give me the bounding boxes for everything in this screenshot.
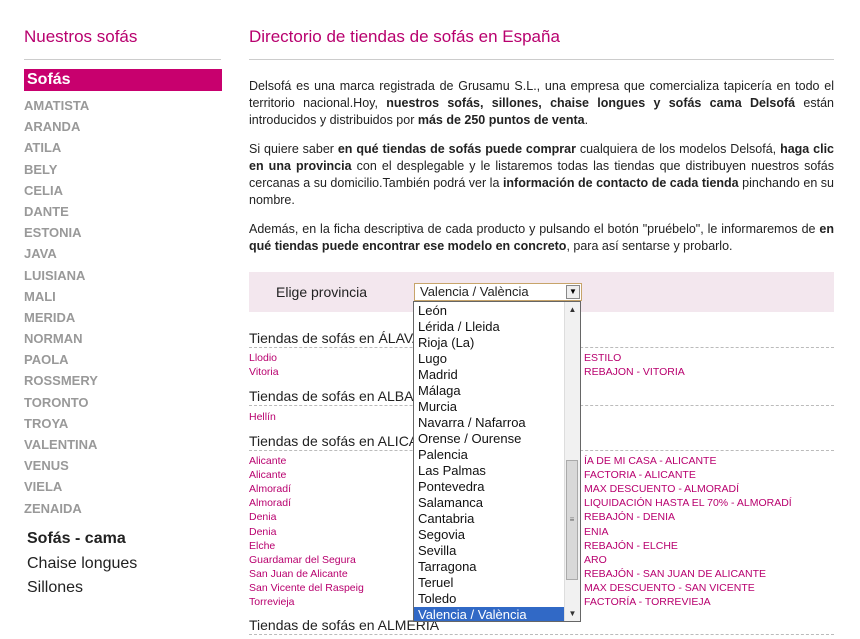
city-link[interactable]: Hellín [249, 411, 276, 423]
city-link[interactable]: Elche [249, 540, 275, 552]
province-dropdown-list[interactable]: León Lérida / Lleida Rioja (La) Lugo Madrid M… [413, 301, 581, 622]
sidebar-item-troya[interactable]: TROYA [24, 413, 98, 434]
sidebar-item-aranda[interactable]: ARANDA [24, 116, 98, 137]
city-link[interactable]: Torrevieja [249, 596, 295, 608]
province-option[interactable]: Lugo [414, 351, 566, 367]
city-link[interactable]: Almoradí [249, 497, 291, 509]
city-link[interactable]: Alicante [249, 455, 286, 467]
sidebar-item-mali[interactable]: MALI [24, 286, 98, 307]
shop-link[interactable]: MAX DESCUENTO - SAN VICENTE [584, 582, 755, 594]
city-link[interactable]: Almoradí [249, 483, 291, 495]
shop-link[interactable]: LIQUIDACIÓN HASTA EL 70% - ALMORADÍ [584, 497, 792, 509]
shop-link[interactable]: ENIA [584, 526, 609, 538]
city-link[interactable]: Denia [249, 511, 276, 523]
city-link[interactable]: San Juan de Alicante [249, 568, 348, 580]
shop-link[interactable]: REBAJÓN - SAN JUAN DE ALICANTE [584, 568, 766, 580]
province-option[interactable]: Madrid [414, 367, 566, 383]
sidebar-item-amatista[interactable]: AMATISTA [24, 95, 98, 116]
sidebar-item-sofas[interactable]: Sofás [24, 69, 222, 91]
city-link[interactable]: Guardamar del Segura [249, 554, 356, 566]
province-option[interactable]: Lérida / Lleida [414, 319, 566, 335]
sidebar-item-luisiana[interactable]: LUISIANA [24, 265, 98, 286]
province-option[interactable]: Tarragona [414, 559, 566, 575]
shop-link[interactable]: FACTORÍA - TORREVIEJA [584, 596, 711, 608]
sidebar-item-viela[interactable]: VIELA [24, 476, 98, 497]
province-option[interactable]: Murcia [414, 399, 566, 415]
province-option[interactable]: Valencia / València [414, 607, 566, 621]
shop-link[interactable]: REBAJÓN - DENIA [584, 511, 675, 523]
sidebar-item-java[interactable]: JAVA [24, 243, 98, 264]
province-option[interactable]: Málaga [414, 383, 566, 399]
sidebar-divider [24, 59, 221, 60]
province-options: León Lérida / Lleida Rioja (La) Lugo Madrid M… [414, 303, 566, 621]
category-sillones[interactable]: Sillones [27, 576, 137, 601]
scroll-down-icon[interactable]: ▼ [565, 606, 580, 621]
sidebar-item-venus[interactable]: VENUS [24, 455, 98, 476]
city-link[interactable]: Denia [249, 526, 276, 538]
dropdown-scrollbar[interactable]: ▲ ≡ ▼ [564, 302, 580, 621]
province-option[interactable]: Teruel [414, 575, 566, 591]
sidebar-item-celia[interactable]: CELIA [24, 180, 98, 201]
province-option[interactable]: León [414, 303, 566, 319]
sidebar-item-bely[interactable]: BELY [24, 159, 98, 180]
page-title: Directorio de tiendas de sofás en España [249, 27, 560, 46]
province-option[interactable]: Navarra / Nafarroa [414, 415, 566, 431]
section-title-almeria: Tiendas de sofás en ALMERÍA [249, 617, 440, 633]
province-label: Elige provincia [276, 284, 368, 300]
shop-link[interactable]: REBAJÓN - ELCHE [584, 540, 678, 552]
shop-link[interactable]: REBAJON - VITORIA [584, 366, 685, 378]
province-option[interactable]: Sevilla [414, 543, 566, 559]
chevron-down-icon[interactable]: ▼ [566, 285, 580, 299]
sidebar-item-valentina[interactable]: VALENTINA [24, 434, 98, 455]
sidebar-title: Nuestros sofás [24, 27, 138, 46]
province-option[interactable]: Cantabria [414, 511, 566, 527]
sidebar-item-merida[interactable]: MERIDA [24, 307, 98, 328]
province-selected-value: Valencia / València [420, 284, 529, 299]
scrollbar-thumb[interactable]: ≡ [566, 460, 578, 580]
city-link[interactable]: Alicante [249, 469, 286, 481]
instructions-paragraph: Si quiere saber en qué tiendas de sofás … [249, 142, 834, 207]
province-option[interactable]: Las Palmas [414, 463, 566, 479]
province-option[interactable]: Toledo [414, 591, 566, 607]
shop-link[interactable]: ARO [584, 554, 607, 566]
sidebar-item-paola[interactable]: PAOLA [24, 349, 98, 370]
province-option[interactable]: Palencia [414, 447, 566, 463]
province-option[interactable]: Orense / Ourense [414, 431, 566, 447]
province-option[interactable]: Rioja (La) [414, 335, 566, 351]
sidebar-item-toronto[interactable]: TORONTO [24, 392, 98, 413]
category-sofas-cama[interactable]: Sofás - cama [27, 527, 137, 552]
title-divider [249, 59, 834, 60]
model-list: AMATISTA ARANDA ATILA BELY CELIA DANTE ESTONIA… [24, 95, 98, 519]
product-info-paragraph: Además, en la ficha descriptiva de cada … [249, 222, 834, 253]
province-option[interactable]: Pontevedra [414, 479, 566, 495]
section-divider [249, 634, 834, 635]
city-link[interactable]: Vitoria [249, 366, 279, 378]
section-title-alava: Tiendas de sofás en ÁLAVA [249, 330, 422, 346]
sidebar-item-norman[interactable]: NORMAN [24, 328, 98, 349]
sidebar-item-dante[interactable]: DANTE [24, 201, 98, 222]
sidebar-item-estonia[interactable]: ESTONIA [24, 222, 98, 243]
shop-link[interactable]: MAX DESCUENTO - ALMORADÍ [584, 483, 739, 495]
sidebar-item-atila[interactable]: ATILA [24, 137, 98, 158]
scroll-up-icon[interactable]: ▲ [565, 302, 580, 317]
city-link[interactable]: Llodio [249, 352, 277, 364]
sidebar-item-zenaida[interactable]: ZENAIDA [24, 498, 98, 519]
province-option[interactable]: Segovia [414, 527, 566, 543]
sidebar-item-rossmery[interactable]: ROSSMERY [24, 370, 98, 391]
province-option[interactable]: Salamanca [414, 495, 566, 511]
shop-link[interactable]: ESTILO [584, 352, 621, 364]
shop-link[interactable]: ÍA DE MI CASA - ALICANTE [584, 455, 716, 467]
category-list: Sofás - cama Chaise longues Sillones [27, 527, 137, 601]
city-link[interactable]: San Vicente del Raspeig [249, 582, 364, 594]
shop-link[interactable]: FACTORIA - ALICANTE [584, 469, 696, 481]
intro-paragraph: Delsofá es una marca registrada de Grusa… [249, 79, 834, 127]
province-select[interactable]: Valencia / València ▼ [414, 283, 582, 301]
category-chaise-longues[interactable]: Chaise longues [27, 552, 137, 577]
